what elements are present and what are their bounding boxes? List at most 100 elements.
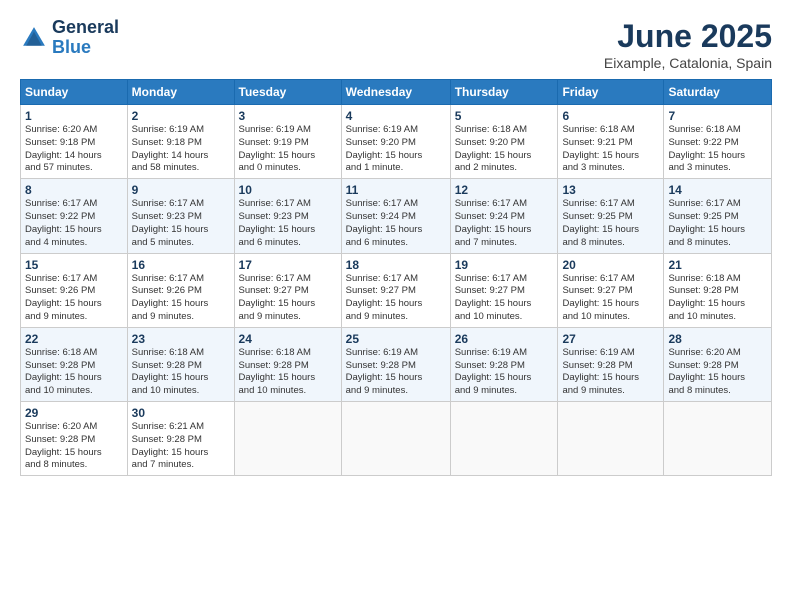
header-wednesday: Wednesday [341, 80, 450, 105]
calendar-cell: 23Sunrise: 6:18 AM Sunset: 9:28 PM Dayli… [127, 327, 234, 401]
header-thursday: Thursday [450, 80, 558, 105]
day-number: 24 [239, 332, 337, 346]
day-info: Sunrise: 6:17 AM Sunset: 9:22 PM Dayligh… [25, 198, 123, 249]
day-number: 4 [346, 109, 446, 123]
day-number: 16 [132, 258, 230, 272]
calendar-cell: 22Sunrise: 6:18 AM Sunset: 9:28 PM Dayli… [21, 327, 128, 401]
day-number: 19 [455, 258, 554, 272]
calendar-cell: 26Sunrise: 6:19 AM Sunset: 9:28 PM Dayli… [450, 327, 558, 401]
day-number: 22 [25, 332, 123, 346]
calendar-cell [664, 402, 772, 476]
calendar-cell: 12Sunrise: 6:17 AM Sunset: 9:24 PM Dayli… [450, 179, 558, 253]
calendar-week-3: 15Sunrise: 6:17 AM Sunset: 9:26 PM Dayli… [21, 253, 772, 327]
calendar-cell: 14Sunrise: 6:17 AM Sunset: 9:25 PM Dayli… [664, 179, 772, 253]
page: General Blue June 2025 Eixample, Catalon… [0, 0, 792, 612]
day-info: Sunrise: 6:21 AM Sunset: 9:28 PM Dayligh… [132, 421, 230, 472]
day-info: Sunrise: 6:18 AM Sunset: 9:28 PM Dayligh… [239, 347, 337, 398]
calendar-cell [234, 402, 341, 476]
calendar-cell: 15Sunrise: 6:17 AM Sunset: 9:26 PM Dayli… [21, 253, 128, 327]
logo: General Blue [20, 18, 119, 58]
day-number: 1 [25, 109, 123, 123]
calendar-cell: 18Sunrise: 6:17 AM Sunset: 9:27 PM Dayli… [341, 253, 450, 327]
day-info: Sunrise: 6:19 AM Sunset: 9:20 PM Dayligh… [346, 124, 446, 175]
calendar-cell: 29Sunrise: 6:20 AM Sunset: 9:28 PM Dayli… [21, 402, 128, 476]
day-info: Sunrise: 6:18 AM Sunset: 9:20 PM Dayligh… [455, 124, 554, 175]
day-info: Sunrise: 6:18 AM Sunset: 9:22 PM Dayligh… [668, 124, 767, 175]
calendar-cell: 1Sunrise: 6:20 AM Sunset: 9:18 PM Daylig… [21, 105, 128, 179]
header: General Blue June 2025 Eixample, Catalon… [20, 18, 772, 71]
calendar-cell: 5Sunrise: 6:18 AM Sunset: 9:20 PM Daylig… [450, 105, 558, 179]
day-number: 30 [132, 406, 230, 420]
day-number: 15 [25, 258, 123, 272]
day-info: Sunrise: 6:19 AM Sunset: 9:28 PM Dayligh… [346, 347, 446, 398]
day-info: Sunrise: 6:20 AM Sunset: 9:18 PM Dayligh… [25, 124, 123, 175]
calendar-cell [341, 402, 450, 476]
day-number: 18 [346, 258, 446, 272]
day-number: 13 [562, 183, 659, 197]
calendar-cell: 17Sunrise: 6:17 AM Sunset: 9:27 PM Dayli… [234, 253, 341, 327]
day-info: Sunrise: 6:18 AM Sunset: 9:28 PM Dayligh… [25, 347, 123, 398]
day-info: Sunrise: 6:20 AM Sunset: 9:28 PM Dayligh… [668, 347, 767, 398]
calendar-cell: 21Sunrise: 6:18 AM Sunset: 9:28 PM Dayli… [664, 253, 772, 327]
calendar-week-5: 29Sunrise: 6:20 AM Sunset: 9:28 PM Dayli… [21, 402, 772, 476]
day-info: Sunrise: 6:18 AM Sunset: 9:28 PM Dayligh… [668, 273, 767, 324]
calendar-header-row: Sunday Monday Tuesday Wednesday Thursday… [21, 80, 772, 105]
calendar-cell: 13Sunrise: 6:17 AM Sunset: 9:25 PM Dayli… [558, 179, 664, 253]
day-number: 29 [25, 406, 123, 420]
day-info: Sunrise: 6:20 AM Sunset: 9:28 PM Dayligh… [25, 421, 123, 472]
day-info: Sunrise: 6:17 AM Sunset: 9:25 PM Dayligh… [562, 198, 659, 249]
day-number: 5 [455, 109, 554, 123]
calendar-cell: 16Sunrise: 6:17 AM Sunset: 9:26 PM Dayli… [127, 253, 234, 327]
day-number: 20 [562, 258, 659, 272]
day-info: Sunrise: 6:17 AM Sunset: 9:27 PM Dayligh… [562, 273, 659, 324]
day-number: 8 [25, 183, 123, 197]
logo-icon [20, 24, 48, 52]
logo-line2: Blue [52, 38, 119, 58]
day-info: Sunrise: 6:19 AM Sunset: 9:28 PM Dayligh… [562, 347, 659, 398]
day-info: Sunrise: 6:17 AM Sunset: 9:26 PM Dayligh… [25, 273, 123, 324]
day-number: 10 [239, 183, 337, 197]
day-number: 21 [668, 258, 767, 272]
day-number: 6 [562, 109, 659, 123]
header-tuesday: Tuesday [234, 80, 341, 105]
calendar-cell: 3Sunrise: 6:19 AM Sunset: 9:19 PM Daylig… [234, 105, 341, 179]
calendar-cell: 25Sunrise: 6:19 AM Sunset: 9:28 PM Dayli… [341, 327, 450, 401]
day-number: 7 [668, 109, 767, 123]
logo-line1: General [52, 18, 119, 38]
calendar-cell [450, 402, 558, 476]
calendar-cell: 11Sunrise: 6:17 AM Sunset: 9:24 PM Dayli… [341, 179, 450, 253]
subtitle: Eixample, Catalonia, Spain [604, 55, 772, 71]
day-info: Sunrise: 6:17 AM Sunset: 9:27 PM Dayligh… [346, 273, 446, 324]
calendar-cell: 10Sunrise: 6:17 AM Sunset: 9:23 PM Dayli… [234, 179, 341, 253]
calendar-week-1: 1Sunrise: 6:20 AM Sunset: 9:18 PM Daylig… [21, 105, 772, 179]
day-number: 26 [455, 332, 554, 346]
day-number: 12 [455, 183, 554, 197]
day-number: 11 [346, 183, 446, 197]
calendar-cell: 24Sunrise: 6:18 AM Sunset: 9:28 PM Dayli… [234, 327, 341, 401]
day-info: Sunrise: 6:18 AM Sunset: 9:28 PM Dayligh… [132, 347, 230, 398]
day-info: Sunrise: 6:17 AM Sunset: 9:25 PM Dayligh… [668, 198, 767, 249]
calendar-cell: 30Sunrise: 6:21 AM Sunset: 9:28 PM Dayli… [127, 402, 234, 476]
day-info: Sunrise: 6:19 AM Sunset: 9:18 PM Dayligh… [132, 124, 230, 175]
calendar-cell: 7Sunrise: 6:18 AM Sunset: 9:22 PM Daylig… [664, 105, 772, 179]
main-title: June 2025 [604, 18, 772, 55]
day-info: Sunrise: 6:17 AM Sunset: 9:23 PM Dayligh… [239, 198, 337, 249]
calendar-cell: 20Sunrise: 6:17 AM Sunset: 9:27 PM Dayli… [558, 253, 664, 327]
day-number: 17 [239, 258, 337, 272]
calendar-cell: 19Sunrise: 6:17 AM Sunset: 9:27 PM Dayli… [450, 253, 558, 327]
day-info: Sunrise: 6:19 AM Sunset: 9:28 PM Dayligh… [455, 347, 554, 398]
day-number: 9 [132, 183, 230, 197]
day-number: 2 [132, 109, 230, 123]
day-number: 23 [132, 332, 230, 346]
header-monday: Monday [127, 80, 234, 105]
calendar-week-2: 8Sunrise: 6:17 AM Sunset: 9:22 PM Daylig… [21, 179, 772, 253]
day-info: Sunrise: 6:17 AM Sunset: 9:27 PM Dayligh… [455, 273, 554, 324]
day-number: 28 [668, 332, 767, 346]
header-friday: Friday [558, 80, 664, 105]
day-number: 14 [668, 183, 767, 197]
calendar-week-4: 22Sunrise: 6:18 AM Sunset: 9:28 PM Dayli… [21, 327, 772, 401]
calendar-cell [558, 402, 664, 476]
day-info: Sunrise: 6:17 AM Sunset: 9:23 PM Dayligh… [132, 198, 230, 249]
calendar: Sunday Monday Tuesday Wednesday Thursday… [20, 79, 772, 476]
header-sunday: Sunday [21, 80, 128, 105]
